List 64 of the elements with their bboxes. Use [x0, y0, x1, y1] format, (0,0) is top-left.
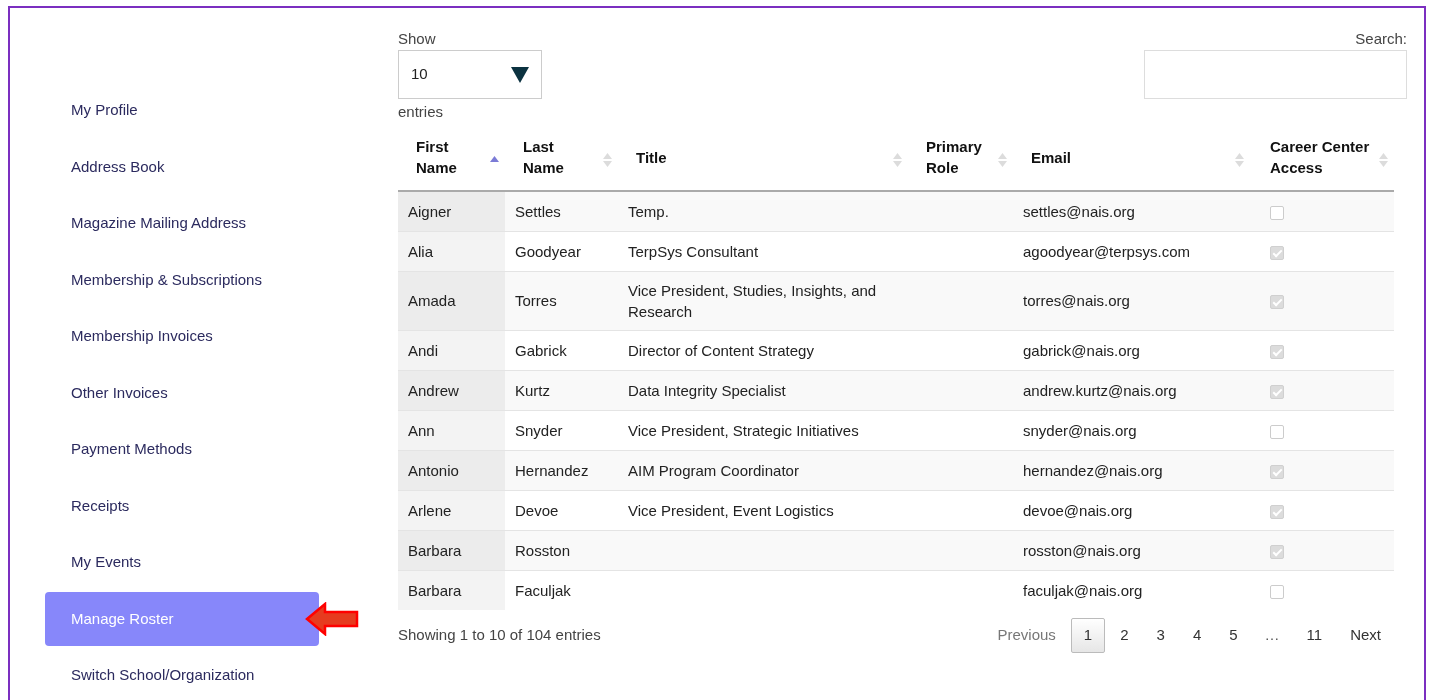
table-cell: Vice President, Strategic Initiatives	[628, 421, 859, 439]
table-cell: Arlene	[408, 501, 452, 519]
table-cell: Aigner	[408, 202, 452, 220]
search-label: Search:	[1355, 30, 1407, 48]
page-button[interactable]: 5	[1216, 618, 1251, 653]
table-cell: Hernandez	[515, 461, 589, 479]
search-field[interactable]	[1144, 50, 1407, 99]
page-button[interactable]: 3	[1143, 618, 1178, 653]
sidebar-link[interactable]: Magazine Mailing Address	[45, 196, 319, 251]
table-cell: Andrew	[408, 381, 459, 399]
arrow-icon	[305, 601, 359, 636]
table-cell: hernandez@nais.org	[1023, 461, 1163, 479]
table-cell: Director of Content Strategy	[628, 341, 814, 359]
table-cell: TerpSys Consultant	[628, 242, 759, 260]
sidebar-link[interactable]: Other Invoices	[45, 365, 319, 420]
table-cell: Amada	[408, 292, 456, 309]
sidebar-link[interactable]: Address Book	[45, 139, 319, 194]
table-cell: Snyder	[515, 421, 563, 439]
sidebar-link[interactable]: Switch School/Organization	[45, 648, 319, 700]
next-button[interactable]: Next	[1337, 618, 1394, 653]
page-button[interactable]: 11	[1293, 618, 1336, 653]
sidebar-link[interactable]: My Profile	[45, 83, 319, 138]
table-cell: Vice President, Studies, Insights, and Research	[628, 281, 877, 320]
table-cell: Rosston	[515, 541, 571, 559]
table-cell: Settles	[515, 202, 561, 220]
table-cell: settles@nais.org	[1023, 202, 1135, 220]
page-button[interactable]: 4	[1179, 618, 1215, 653]
table-cell: Vice President, Event Logistics	[628, 501, 834, 519]
entries-info: Showing 1 to 10 of 104 entries	[398, 626, 601, 645]
table-cell: Andi	[408, 341, 439, 359]
sidebar-link[interactable]: Membership & Subscriptions	[45, 252, 319, 307]
table-cell: Alia	[408, 242, 433, 260]
table-cell: Kurtz	[515, 381, 550, 399]
table-cell: agoodyear@terpsys.com	[1023, 242, 1190, 260]
page-button[interactable]: 2	[1107, 618, 1142, 653]
table-cell: gabrick@nais.org	[1023, 341, 1140, 359]
ellipsis: …	[1263, 625, 1281, 645]
table-cell: Goodyear	[515, 242, 581, 260]
table-cell: AIM Program Coordinator	[628, 461, 799, 479]
sidebar-link[interactable]: Payment Methods	[45, 422, 319, 477]
sidebar-link[interactable]: My Events	[45, 535, 319, 590]
table-cell: Torres	[515, 292, 557, 309]
page-button[interactable]: 1	[1070, 618, 1106, 653]
table-cell: rosston@nais.org	[1023, 541, 1141, 559]
sidebar-link[interactable]: Membership Invoices	[45, 309, 319, 364]
table-cell: Ann	[408, 421, 435, 439]
sidebar-link[interactable]: Receipts	[45, 478, 319, 533]
table-cell: Antonio	[408, 461, 459, 479]
table-cell: torres@nais.org	[1023, 292, 1130, 309]
dropdown-icon	[511, 66, 529, 83]
table-cell: Barbara	[408, 541, 462, 559]
table-cell: faculjak@nais.org	[1023, 581, 1143, 599]
table-cell: andrew.kurtz@nais.org	[1023, 381, 1177, 399]
table-cell: Devoe	[515, 501, 559, 519]
table-cell: devoe@nais.org	[1023, 501, 1133, 519]
table-cell: Data Integrity Specialist	[628, 381, 786, 399]
show-label: Show	[398, 30, 437, 48]
table-cell: Faculjak	[515, 581, 571, 599]
table-cell: Temp.	[628, 202, 669, 220]
entries-select[interactable]: 10	[398, 50, 542, 99]
entries-label: entries	[398, 103, 445, 121]
table-cell: snyder@nais.org	[1023, 421, 1137, 439]
table-cell: Gabrick	[515, 341, 567, 359]
table-cell: Barbara	[408, 581, 462, 599]
